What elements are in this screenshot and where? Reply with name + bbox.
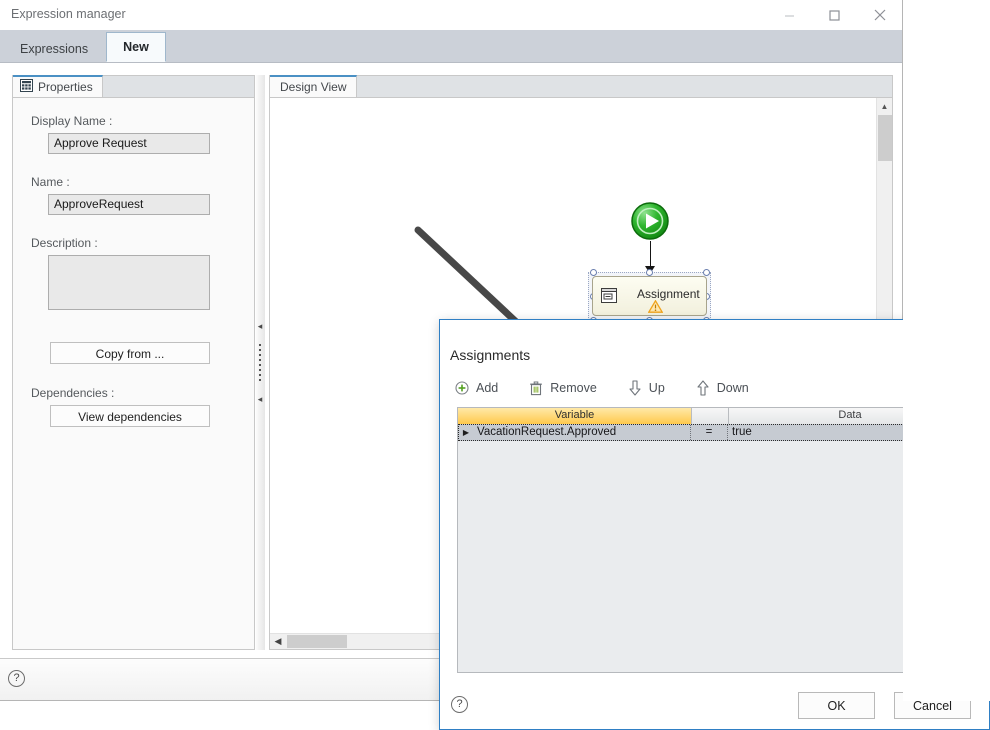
row-indicator-icon: ▶ bbox=[459, 425, 473, 440]
description-label: Description : bbox=[31, 236, 98, 250]
cell-variable[interactable]: VacationRequest.Approved bbox=[473, 425, 691, 440]
description-input[interactable] bbox=[48, 255, 210, 310]
dialog-toolbar: Add Remove Up Down bbox=[454, 380, 779, 396]
properties-tabrow: Properties bbox=[13, 75, 254, 98]
up-button-label: Up bbox=[648, 381, 665, 395]
up-button[interactable]: Up bbox=[627, 380, 665, 396]
help-icon[interactable]: ? bbox=[8, 670, 25, 687]
window-controls bbox=[767, 0, 902, 30]
window-title: Expression manager bbox=[11, 7, 126, 21]
vertical-scroll-thumb[interactable] bbox=[878, 115, 892, 161]
display-name-label: Display Name : bbox=[31, 114, 113, 128]
tab-expressions[interactable]: Expressions bbox=[3, 34, 106, 62]
panel-splitter[interactable]: ◂ ◂ bbox=[255, 75, 265, 650]
display-name-input[interactable]: Approve Request bbox=[48, 133, 210, 154]
tab-properties[interactable]: Properties bbox=[13, 75, 103, 97]
window-titlebar: Expression manager bbox=[0, 0, 902, 30]
name-input[interactable]: ApproveRequest bbox=[48, 194, 210, 215]
arrow-down-outline-icon bbox=[627, 380, 643, 396]
maximize-button[interactable] bbox=[812, 0, 857, 30]
splitter-collapse-up-icon[interactable]: ◂ bbox=[258, 322, 263, 331]
properties-content: Display Name : Approve Request Name : Ap… bbox=[13, 98, 254, 427]
table-row[interactable]: ▶ VacationRequest.Approved = true bbox=[458, 424, 972, 441]
add-circle-icon bbox=[454, 380, 470, 396]
horizontal-scroll-thumb[interactable] bbox=[287, 635, 347, 648]
grid-header-row: Variable Data bbox=[458, 408, 972, 424]
edge-start-to-assignment bbox=[650, 241, 651, 269]
name-label: Name : bbox=[31, 175, 70, 189]
arrow-up-outline-icon bbox=[695, 380, 711, 396]
warning-icon bbox=[647, 299, 664, 318]
assignments-grid[interactable]: Variable Data ▶ VacationRequest.Approved… bbox=[457, 407, 973, 673]
tab-new[interactable]: New bbox=[106, 32, 166, 62]
properties-tab-label: Properties bbox=[38, 80, 93, 94]
assignment-node[interactable]: Assignment bbox=[592, 276, 707, 316]
properties-panel: Properties Display Name : Approve Reques… bbox=[12, 75, 255, 650]
assignment-node-label: Assignment bbox=[637, 287, 700, 301]
main-tabstrip: Expressions New bbox=[0, 30, 902, 63]
properties-grid-icon bbox=[20, 79, 33, 95]
play-start-icon bbox=[631, 202, 669, 240]
close-button[interactable] bbox=[857, 0, 902, 30]
screen: Expression manager Expressions New Prope… bbox=[0, 0, 990, 730]
column-header-operator[interactable] bbox=[692, 408, 729, 424]
tab-design-view[interactable]: Design View bbox=[270, 75, 358, 97]
resize-handle-ne[interactable] bbox=[703, 269, 710, 276]
desktop-background bbox=[903, 0, 990, 701]
add-button-label: Add bbox=[476, 381, 499, 395]
column-header-variable[interactable]: Variable bbox=[458, 408, 692, 424]
cell-operator: = bbox=[691, 425, 728, 440]
dependencies-label: Dependencies : bbox=[31, 386, 115, 400]
scroll-left-arrow-icon[interactable]: ◀ bbox=[270, 634, 286, 649]
copy-from-button[interactable]: Copy from ... bbox=[50, 342, 210, 364]
down-button-label: Down bbox=[716, 381, 749, 395]
trash-icon bbox=[528, 380, 544, 396]
minimize-button[interactable] bbox=[767, 0, 812, 30]
assignment-icon bbox=[601, 288, 617, 308]
splitter-grip-icon bbox=[259, 344, 261, 381]
add-button[interactable]: Add bbox=[454, 380, 498, 396]
scroll-up-arrow-icon[interactable]: ▲ bbox=[877, 98, 892, 114]
dialog-title: Assignments bbox=[450, 347, 531, 363]
design-tabrow: Design View bbox=[270, 75, 892, 98]
ok-button[interactable]: OK bbox=[798, 692, 875, 719]
down-button[interactable]: Down bbox=[695, 380, 749, 396]
splitter-collapse-down-icon[interactable]: ◂ bbox=[258, 395, 263, 404]
resize-handle-n[interactable] bbox=[646, 269, 653, 276]
resize-handle-nw[interactable] bbox=[590, 269, 597, 276]
dialog-help-icon[interactable]: ? bbox=[451, 696, 468, 713]
remove-button[interactable]: Remove bbox=[528, 380, 597, 396]
view-dependencies-button[interactable]: View dependencies bbox=[50, 405, 210, 427]
start-node[interactable] bbox=[630, 201, 670, 246]
remove-button-label: Remove bbox=[550, 381, 597, 395]
